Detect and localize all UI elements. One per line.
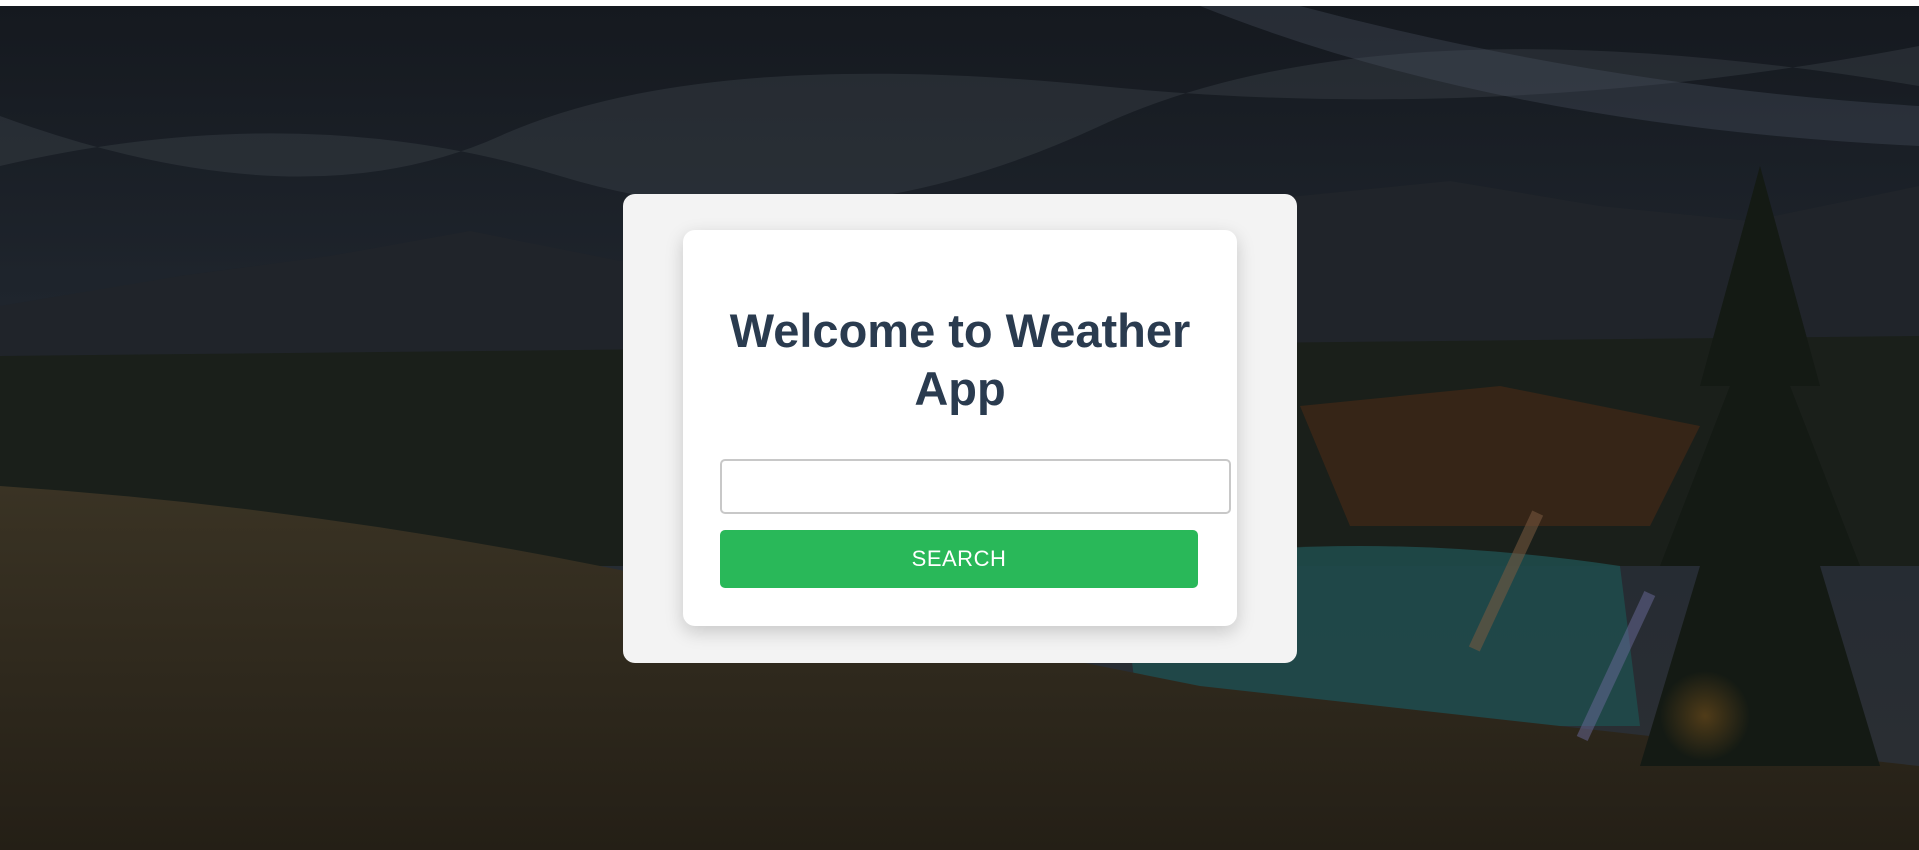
search-button[interactable]: SEARCH <box>720 530 1198 588</box>
outer-panel: Welcome to Weather App SEARCH <box>623 194 1297 663</box>
search-card: Welcome to Weather App SEARCH <box>683 230 1237 626</box>
page-title: Welcome to Weather App <box>729 304 1191 415</box>
search-input[interactable] <box>720 459 1231 514</box>
